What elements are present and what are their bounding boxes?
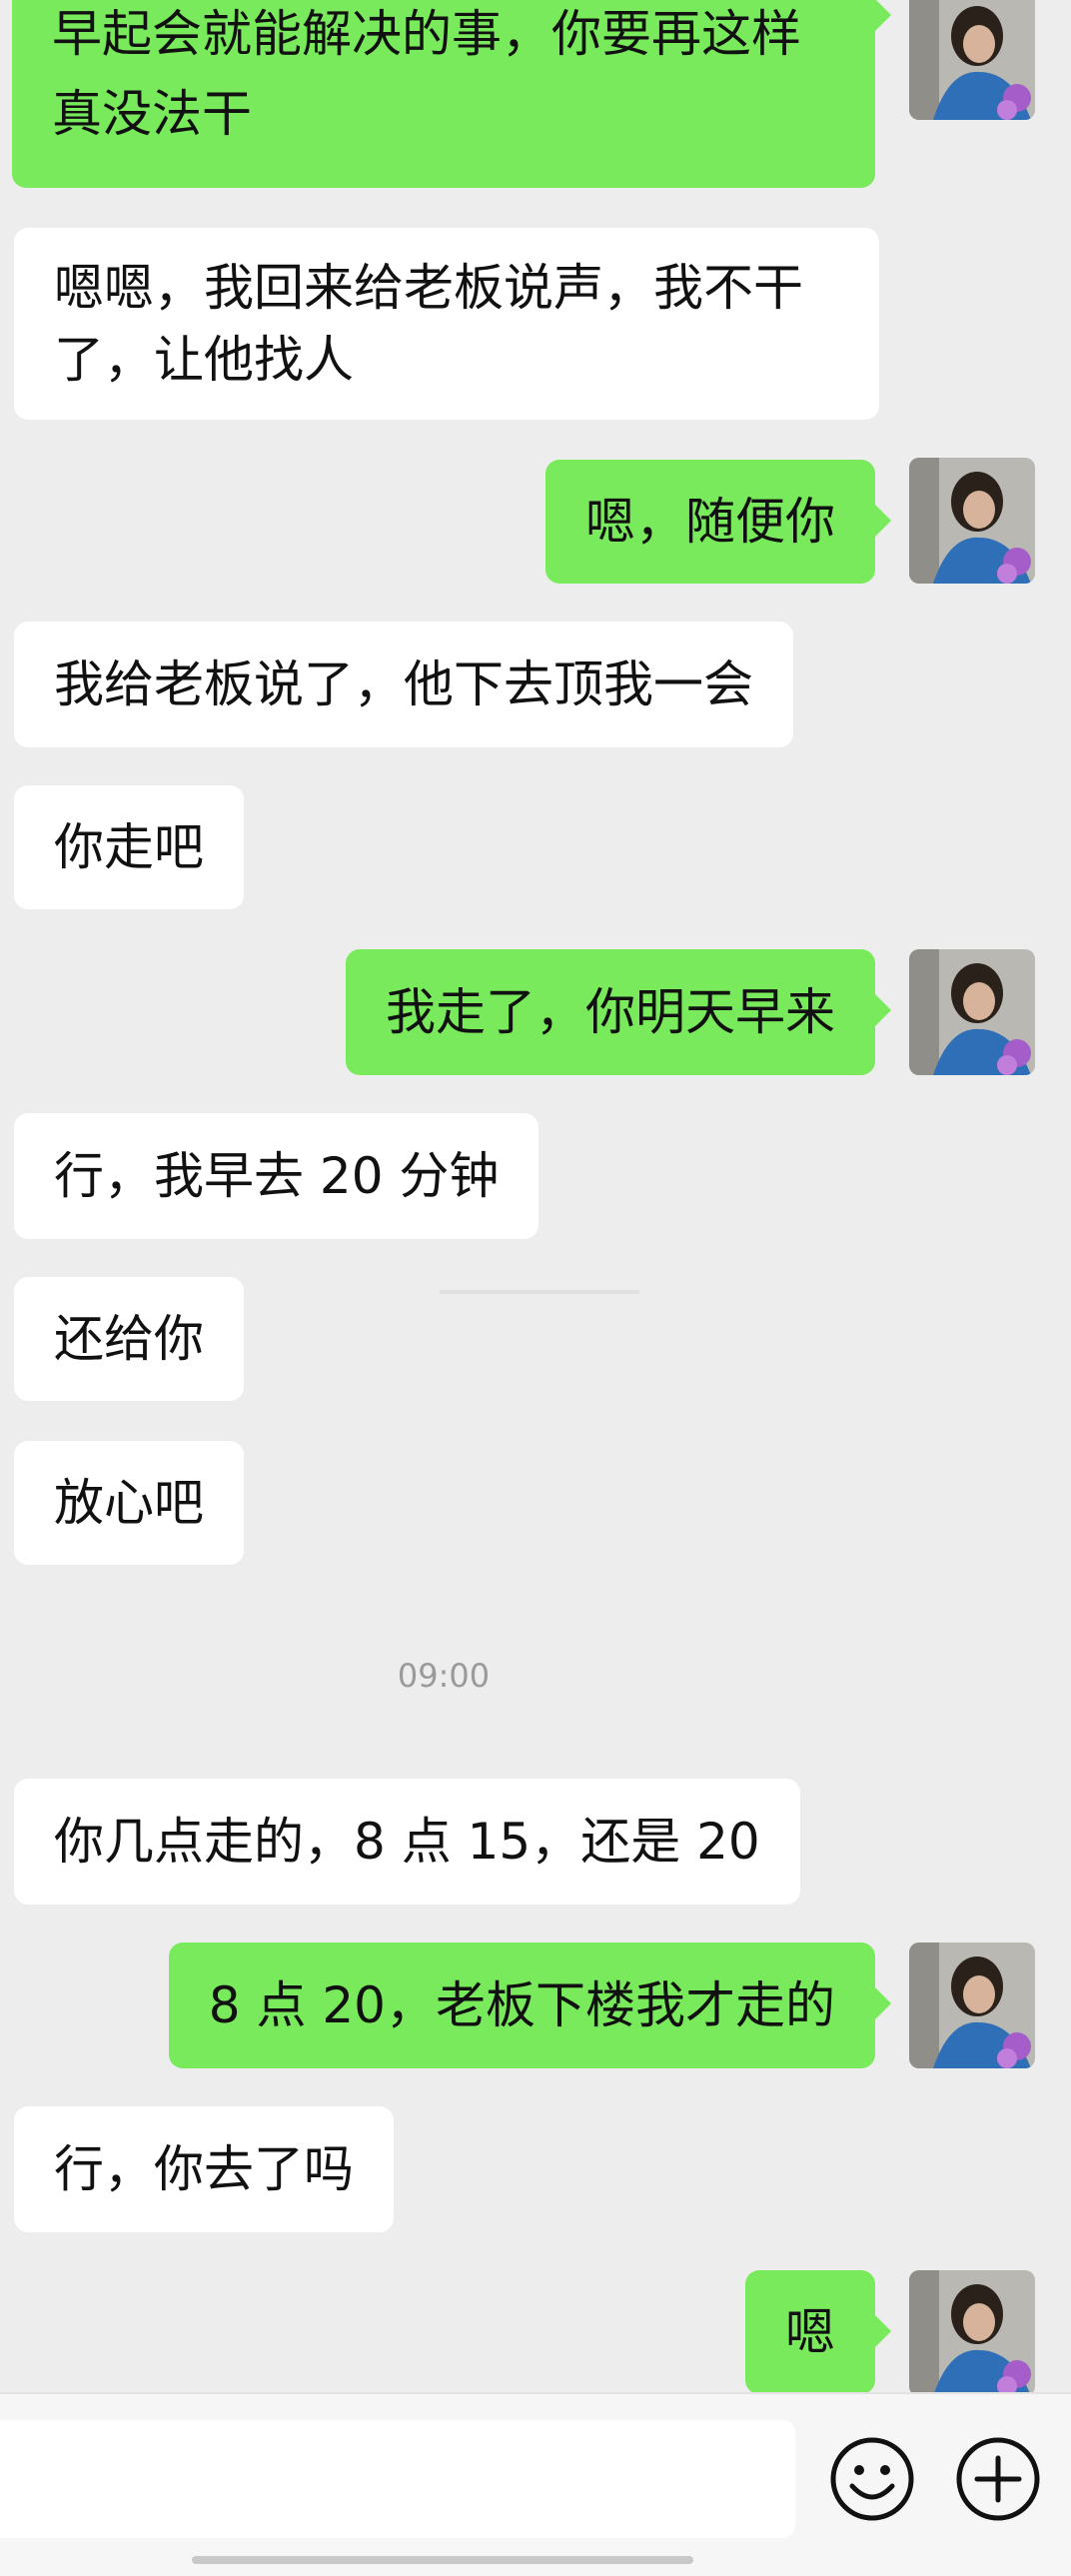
avatar[interactable] bbox=[909, 1942, 1035, 2068]
message-bubble-received[interactable]: 还给你 bbox=[14, 1277, 244, 1401]
message-bubble-sent[interactable]: 早起会就能解决的事，你要再这样真没法干 bbox=[12, 0, 891, 188]
message-bubble-received[interactable]: 我给老板说了，他下去顶我一会 bbox=[14, 622, 793, 747]
message-bubble-received[interactable]: 你几点走的，8 点 15，还是 20 bbox=[14, 1779, 800, 1905]
message-bubble-received[interactable]: 行，我早去 20 分钟 bbox=[14, 1113, 539, 1239]
avatar[interactable] bbox=[909, 949, 1035, 1075]
message-text: 行，我早去 20 分钟 bbox=[54, 1147, 500, 1205]
plus-circle-icon[interactable] bbox=[955, 2436, 1041, 2522]
message-text: 放心吧 bbox=[54, 1474, 204, 1532]
message-timestamp: 09:00 bbox=[397, 1657, 491, 1695]
message-text: 行，你去了吗 bbox=[54, 2140, 354, 2198]
avatar[interactable] bbox=[909, 458, 1035, 584]
message-text: 还给你 bbox=[54, 1310, 204, 1368]
message-bubble-sent[interactable]: 我走了，你明天早来 bbox=[346, 949, 891, 1075]
smiley-face-icon[interactable] bbox=[829, 2436, 915, 2522]
message-text: 我给老板说了，他下去顶我一会 bbox=[54, 655, 753, 713]
message-bubble-received[interactable]: 嗯嗯，我回来给老板说声，我不干了，让他找人 bbox=[14, 228, 879, 420]
message-text: 我走了，你明天早来 bbox=[386, 983, 835, 1041]
avatar[interactable] bbox=[909, 0, 1035, 120]
faint-watermark bbox=[440, 1290, 639, 1294]
avatar[interactable] bbox=[909, 2270, 1035, 2392]
chat-area[interactable]: 早起会就能解决的事，你要再这样真没法干 嗯嗯，我回来给老板说声，我不干了，让他找… bbox=[0, 0, 1071, 2392]
message-bubble-received[interactable]: 你走吧 bbox=[14, 785, 244, 909]
message-bubble-received[interactable]: 行，你去了吗 bbox=[14, 2106, 394, 2232]
message-text: 嗯，随便你 bbox=[585, 493, 835, 551]
message-text: 你几点走的，8 点 15，还是 20 bbox=[54, 1813, 760, 1871]
message-bubble-sent[interactable]: 嗯，随便你 bbox=[545, 460, 891, 584]
input-toolbar bbox=[0, 2392, 1071, 2576]
home-indicator[interactable] bbox=[192, 2556, 693, 2564]
message-bubble-sent[interactable]: 嗯 bbox=[745, 2270, 891, 2392]
message-text: 嗯 bbox=[785, 2303, 835, 2361]
message-bubble-received[interactable]: 放心吧 bbox=[14, 1441, 244, 1565]
message-text: 早起会就能解决的事，你要再这样真没法干 bbox=[52, 5, 801, 143]
message-input[interactable] bbox=[0, 2420, 795, 2538]
message-text: 你走吧 bbox=[54, 818, 204, 876]
message-text: 嗯嗯，我回来给老板说声，我不干了，让他找人 bbox=[54, 259, 803, 389]
message-bubble-sent[interactable]: 8 点 20，老板下楼我才走的 bbox=[168, 1942, 892, 2068]
message-text: 8 点 20，老板下楼我才走的 bbox=[208, 1976, 835, 2034]
